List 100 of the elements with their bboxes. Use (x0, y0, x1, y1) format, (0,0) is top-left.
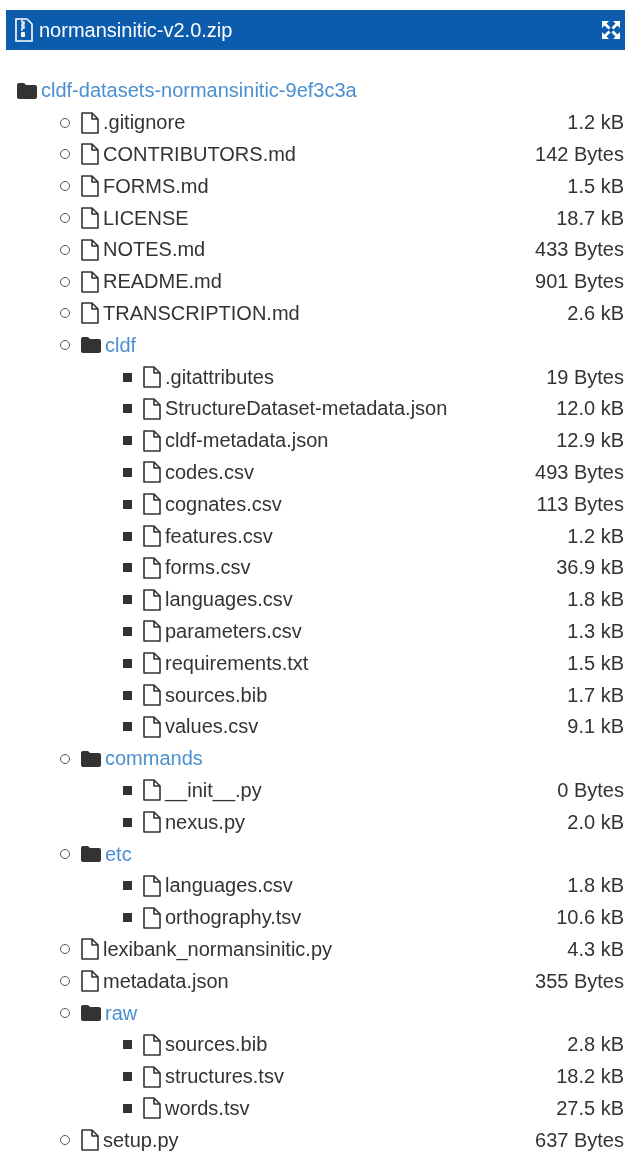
file-size: 1.3 kB (567, 619, 624, 643)
file-size: 433 Bytes (535, 238, 624, 262)
file-icon (142, 1097, 162, 1120)
file-icon (80, 302, 100, 325)
window-title: normansinitic-v2.0.zip (39, 18, 234, 42)
file-size: 12.0 kB (556, 397, 624, 421)
file-size: 9.1 kB (567, 715, 624, 739)
file-name: StructureDataset-metadata.json (165, 397, 449, 421)
file-icon (142, 811, 162, 834)
file-icon (80, 1129, 100, 1152)
file-name: LICENSE (103, 206, 190, 230)
file-icon (142, 397, 162, 420)
bullet-icon (123, 626, 132, 636)
folder-name[interactable]: cldf (105, 333, 624, 357)
file-name: TRANSCRIPTION.md (103, 301, 301, 325)
file-icon (142, 715, 162, 738)
file-icon (80, 970, 100, 993)
file-name: features.csv (165, 524, 274, 548)
file-icon (142, 493, 162, 516)
file-size: 2.0 kB (567, 810, 624, 834)
file-name: cognates.csv (165, 492, 283, 516)
file-size: 2.8 kB (567, 1033, 624, 1057)
file-name: cldf-metadata.json (165, 429, 330, 453)
bullet-icon (123, 1072, 132, 1082)
file-name: languages.csv (165, 874, 294, 898)
file-name: orthography.tsv (165, 906, 303, 930)
file-icon (142, 556, 162, 579)
folder-icon (80, 336, 102, 355)
zip-file-icon (14, 18, 34, 42)
file-name: languages.csv (165, 588, 294, 612)
bullet-icon (123, 690, 132, 700)
file-size: 1.5 kB (567, 174, 624, 198)
bullet-icon (123, 817, 132, 827)
folder-icon (80, 845, 102, 863)
file-icon (142, 461, 162, 484)
file-icon (142, 620, 162, 643)
bullet-icon (123, 1040, 132, 1050)
file-size: 36.9 kB (556, 556, 624, 580)
file-name: sources.bib (165, 683, 269, 707)
file-icon (142, 1065, 162, 1088)
file-name: structures.tsv (165, 1065, 285, 1089)
bullet-icon (123, 913, 132, 923)
file-name: .gitignore (103, 111, 187, 135)
file-icon (80, 175, 100, 198)
folder-name[interactable]: etc (105, 842, 624, 866)
folder-name[interactable]: commands (105, 747, 624, 771)
file-name: CONTRIBUTORS.md (103, 143, 297, 166)
file-icon (80, 938, 100, 961)
file-size: 637 Bytes (535, 1128, 624, 1152)
file-name: metadata.json (103, 969, 230, 993)
bullet-icon (123, 436, 132, 446)
file-size: 0 Bytes (557, 778, 624, 802)
file-size: 10.6 kB (556, 906, 624, 930)
file-size: 493 Bytes (535, 460, 624, 484)
file-size: 27.5 kB (556, 1096, 624, 1120)
bullet-icon (123, 372, 132, 382)
file-name: codes.csv (165, 460, 255, 484)
file-name: forms.csv (165, 556, 252, 580)
file-icon (80, 207, 100, 230)
file-icon (80, 111, 100, 134)
file-name: .gitattributes (165, 365, 275, 389)
file-icon (80, 270, 100, 293)
file-name: parameters.csv (165, 619, 303, 643)
folder-icon (80, 1004, 102, 1022)
expand-icon[interactable] (601, 20, 621, 40)
folder-name[interactable]: raw (105, 1001, 624, 1025)
file-icon (142, 1033, 162, 1056)
file-icon (142, 429, 162, 452)
file-name: requirements.txt (165, 651, 310, 675)
file-icon (80, 143, 100, 166)
file-size: 142 Bytes (535, 143, 624, 166)
file-name: values.csv (165, 715, 260, 739)
file-size: 18.2 kB (556, 1065, 624, 1089)
file-icon (142, 779, 162, 802)
file-size: 19 Bytes (546, 365, 624, 389)
file-name: sources.bib (165, 1033, 269, 1057)
file-size: 4.3 kB (567, 937, 624, 961)
file-size: 355 Bytes (535, 969, 624, 993)
file-name: setup.py (103, 1128, 180, 1152)
file-size: 113 Bytes (536, 492, 624, 516)
file-size: 1.8 kB (567, 588, 624, 612)
file-size: 1.8 kB (567, 874, 624, 898)
folder-name[interactable]: cldf-datasets-normansinitic-9ef3c3a (41, 79, 624, 103)
file-size: 2.6 kB (567, 301, 624, 325)
bullet-icon (123, 404, 132, 414)
file-size: 901 Bytes (535, 270, 624, 294)
bullet-icon (123, 722, 132, 732)
file-icon (142, 525, 162, 548)
file-icon (142, 588, 162, 611)
file-name: FORMS.md (103, 174, 210, 198)
file-size: 1.7 kB (567, 683, 624, 707)
file-name: lexibank_normansinitic.py (103, 937, 333, 961)
file-name: NOTES.md (103, 238, 207, 262)
folder-icon (80, 749, 102, 768)
file-size: 1.2 kB (567, 111, 624, 135)
file-size: 18.7 kB (556, 206, 624, 230)
bullet-icon (123, 1103, 132, 1113)
bullet-icon (123, 467, 132, 477)
bullet-icon (123, 563, 132, 573)
file-size: 1.2 kB (567, 524, 624, 548)
